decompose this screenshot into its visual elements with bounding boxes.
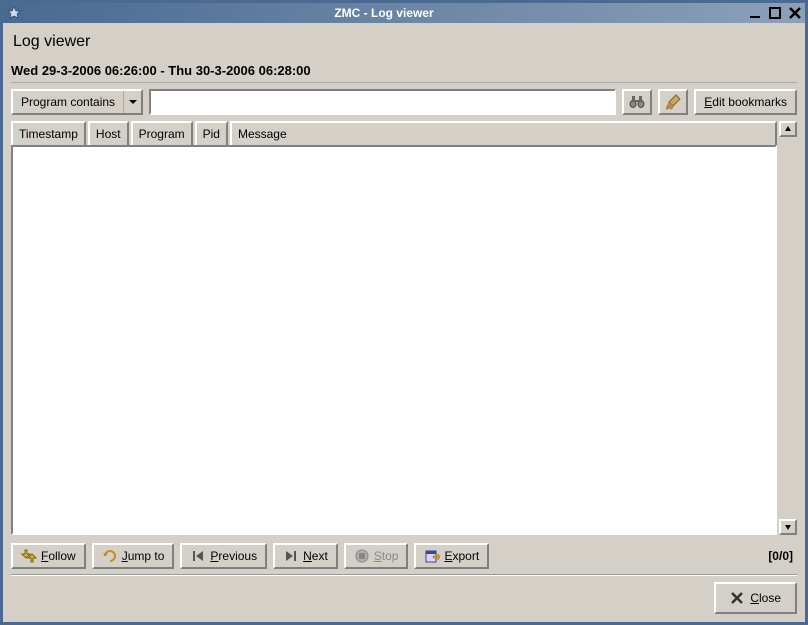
close-button[interactable]: Close — [714, 582, 797, 614]
app-window: ZMC - Log viewer Log viewer Wed 29-3-200… — [0, 0, 808, 625]
bottom-bar: Close — [11, 575, 797, 614]
window-title: ZMC - Log viewer — [23, 6, 745, 20]
maximize-button[interactable] — [766, 5, 784, 21]
close-window-button[interactable] — [786, 5, 804, 21]
toolbar: Follow Jump to Previous — [11, 541, 797, 569]
filter-mode-dropdown[interactable]: Program contains — [11, 89, 143, 115]
previous-label: Previous — [210, 549, 257, 563]
app-icon — [5, 4, 23, 22]
export-button[interactable]: Export — [414, 543, 489, 569]
table-body[interactable] — [11, 145, 777, 535]
status-count: [0/0] — [764, 549, 797, 563]
page-title: Log viewer — [11, 29, 797, 53]
titlebar[interactable]: ZMC - Log viewer — [3, 3, 805, 23]
clear-filter-button[interactable] — [658, 89, 688, 115]
stop-icon — [354, 548, 370, 564]
column-headers: Timestamp Host Program Pid Message — [11, 121, 777, 147]
previous-button[interactable]: Previous — [180, 543, 267, 569]
vertical-scrollbar[interactable] — [779, 121, 797, 535]
edit-bookmarks-button[interactable]: Edit bookmarks — [694, 89, 797, 115]
date-range: Wed 29-3-2006 06:26:00 - Thu 30-3-2006 0… — [11, 59, 797, 83]
follow-icon — [21, 548, 37, 564]
log-table: Timestamp Host Program Pid Message — [11, 121, 797, 535]
edit-bookmarks-label: Edit bookmarks — [704, 95, 787, 109]
jump-label: Jump to — [122, 549, 165, 563]
filter-mode-label: Program contains — [13, 95, 123, 109]
next-icon — [283, 548, 299, 564]
jump-icon — [102, 548, 118, 564]
filter-input[interactable] — [149, 89, 616, 115]
jump-to-button[interactable]: Jump to — [92, 543, 175, 569]
export-icon — [424, 548, 440, 564]
close-label: Close — [750, 591, 781, 605]
follow-label: Follow — [41, 549, 76, 563]
stop-label: Stop — [374, 549, 399, 563]
scroll-down-button[interactable] — [779, 519, 797, 535]
table-area: Timestamp Host Program Pid Message — [11, 121, 777, 535]
export-label: Export — [444, 549, 479, 563]
close-icon — [730, 591, 744, 605]
next-button[interactable]: Next — [273, 543, 338, 569]
follow-button[interactable]: Follow — [11, 543, 86, 569]
filter-row: Program contains — [11, 89, 797, 115]
col-pid[interactable]: Pid — [195, 121, 228, 147]
col-host[interactable]: Host — [88, 121, 129, 147]
binoculars-icon — [628, 93, 646, 111]
broom-icon — [664, 93, 682, 111]
scroll-track[interactable] — [779, 137, 797, 519]
next-label: Next — [303, 549, 328, 563]
col-timestamp[interactable]: Timestamp — [11, 121, 86, 147]
stop-button[interactable]: Stop — [344, 543, 409, 569]
scroll-up-button[interactable] — [779, 121, 797, 137]
minimize-button[interactable] — [746, 5, 764, 21]
col-program[interactable]: Program — [131, 121, 193, 147]
search-button[interactable] — [622, 89, 652, 115]
previous-icon — [190, 548, 206, 564]
chevron-down-icon — [123, 91, 141, 113]
content-area: Log viewer Wed 29-3-2006 06:26:00 - Thu … — [3, 23, 805, 622]
col-message[interactable]: Message — [230, 121, 777, 147]
